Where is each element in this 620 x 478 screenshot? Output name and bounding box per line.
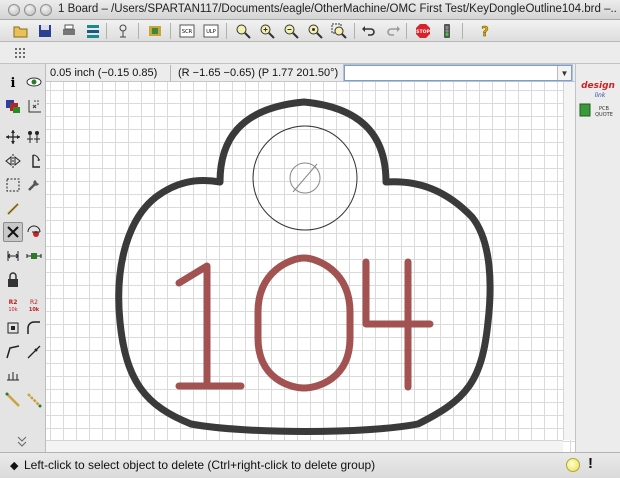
display-layers-icon[interactable] [3, 96, 23, 116]
redo-icon[interactable] [384, 22, 402, 40]
smash-icon[interactable]: R2 10k [3, 294, 23, 314]
cam-processor-icon[interactable] [84, 22, 102, 40]
ulp-icon[interactable] [114, 22, 132, 40]
show-icon[interactable] [24, 72, 44, 92]
stop-icon[interactable]: STOP [414, 22, 432, 40]
svg-text:R2: R2 [30, 299, 38, 306]
vertical-scrollbar[interactable] [563, 82, 575, 440]
designlink-logo[interactable]: design link [579, 76, 617, 102]
mark-icon[interactable] [24, 96, 44, 116]
horizontal-scrollbar[interactable] [46, 440, 563, 452]
pinswap-icon[interactable] [3, 246, 23, 266]
ripup-icon[interactable] [3, 366, 23, 386]
script-icon[interactable] [146, 22, 164, 40]
coordinate-bar: 0.05 inch (−0.15 0.85) (R −1.65 −0.65) (… [46, 64, 575, 82]
mirror-icon[interactable] [3, 151, 23, 171]
status-message: Left-click to select object to delete (C… [24, 458, 376, 472]
signal-icon[interactable] [24, 390, 44, 410]
delete-icon[interactable] [3, 222, 23, 242]
route-icon[interactable] [24, 342, 44, 362]
ulp-run-icon[interactable]: ULP [202, 22, 220, 40]
copy-icon[interactable] [24, 127, 44, 147]
digit-0 [254, 254, 354, 392]
pcb-quote-button[interactable]: PCB QUOTE [579, 102, 617, 120]
replace-icon[interactable] [24, 246, 44, 266]
status-diamond-icon: ◆ [10, 460, 19, 472]
parameter-toolbar [0, 42, 620, 64]
zoom-select-icon[interactable] [330, 22, 348, 40]
print-icon[interactable] [60, 22, 78, 40]
zoom-redraw-icon[interactable] [306, 22, 324, 40]
optimize-icon[interactable] [3, 342, 23, 362]
digit-1 [175, 262, 245, 390]
undo-icon[interactable] [360, 22, 378, 40]
polar-readout: (R −1.65 −0.65) (P 1.77 201.50°) [178, 67, 339, 79]
change-icon[interactable] [24, 175, 44, 195]
board-label-104 [175, 254, 434, 392]
window-title: 1 Board – /Users/SPARTAN117/Documents/ea… [58, 3, 618, 15]
save-icon[interactable] [36, 22, 54, 40]
status-bar: ◆ Left-click to select object to delete … [0, 452, 620, 478]
designlink-logo-text: design [581, 81, 615, 91]
svg-text:i: i [11, 76, 16, 90]
zoom-in-icon[interactable] [258, 22, 276, 40]
zoom-fit-icon[interactable] [234, 22, 252, 40]
warning-icon[interactable]: ! [588, 455, 593, 472]
right-panel: design link PCB QUOTE [575, 64, 620, 452]
digit-4 [362, 258, 434, 391]
go-icon[interactable] [438, 22, 456, 40]
add-icon[interactable] [24, 222, 44, 242]
svg-text:SCR: SCR [182, 29, 193, 35]
zoom-out-icon[interactable] [282, 22, 300, 40]
close-window-button[interactable] [8, 4, 20, 16]
wire-icon[interactable] [3, 390, 23, 410]
svg-text:ULP: ULP [206, 29, 215, 35]
pcb-quote-label-bottom: QUOTE [595, 112, 613, 118]
value-icon[interactable]: R2 10k [24, 294, 44, 314]
svg-text:?: ? [481, 25, 489, 39]
move-icon[interactable] [3, 127, 23, 147]
command-line-input[interactable]: ▼ [344, 65, 572, 81]
svg-text:10k: 10k [8, 307, 17, 312]
split-icon[interactable] [3, 318, 23, 338]
grid-dots-icon[interactable] [12, 44, 30, 62]
svg-text:STOP: STOP [416, 29, 430, 35]
lock-icon[interactable] [3, 270, 23, 290]
svg-text:10k: 10k [29, 307, 40, 312]
status-light-icon [566, 458, 580, 472]
minimize-window-button[interactable] [24, 4, 36, 16]
help-icon[interactable]: ? [476, 22, 494, 40]
designlink-logo-subtext: link [595, 92, 606, 99]
group-icon[interactable] [3, 175, 23, 195]
miter-icon[interactable] [24, 318, 44, 338]
svg-text:R2: R2 [9, 299, 18, 306]
grid-readout: 0.05 inch (−0.15 0.85) [50, 67, 158, 79]
command-history-dropdown[interactable]: ▼ [557, 66, 571, 80]
title-bar: 1 Board – /Users/SPARTAN117/Documents/ea… [0, 0, 620, 20]
expand-palette-icon[interactable] [14, 434, 30, 448]
drill-slash [292, 163, 318, 193]
zoom-window-button[interactable] [40, 4, 52, 16]
open-icon[interactable] [12, 22, 30, 40]
rotate-icon[interactable] [24, 151, 44, 171]
scr-icon[interactable]: SCR [178, 22, 196, 40]
board-outline [115, 98, 494, 435]
board-canvas[interactable] [46, 82, 575, 452]
tool-palette: i R2 10k R2 10k [0, 64, 46, 452]
main-toolbar: SCR ULP STOP ? [0, 20, 620, 42]
paste-icon[interactable] [3, 199, 23, 219]
info-icon[interactable]: i [3, 72, 23, 92]
